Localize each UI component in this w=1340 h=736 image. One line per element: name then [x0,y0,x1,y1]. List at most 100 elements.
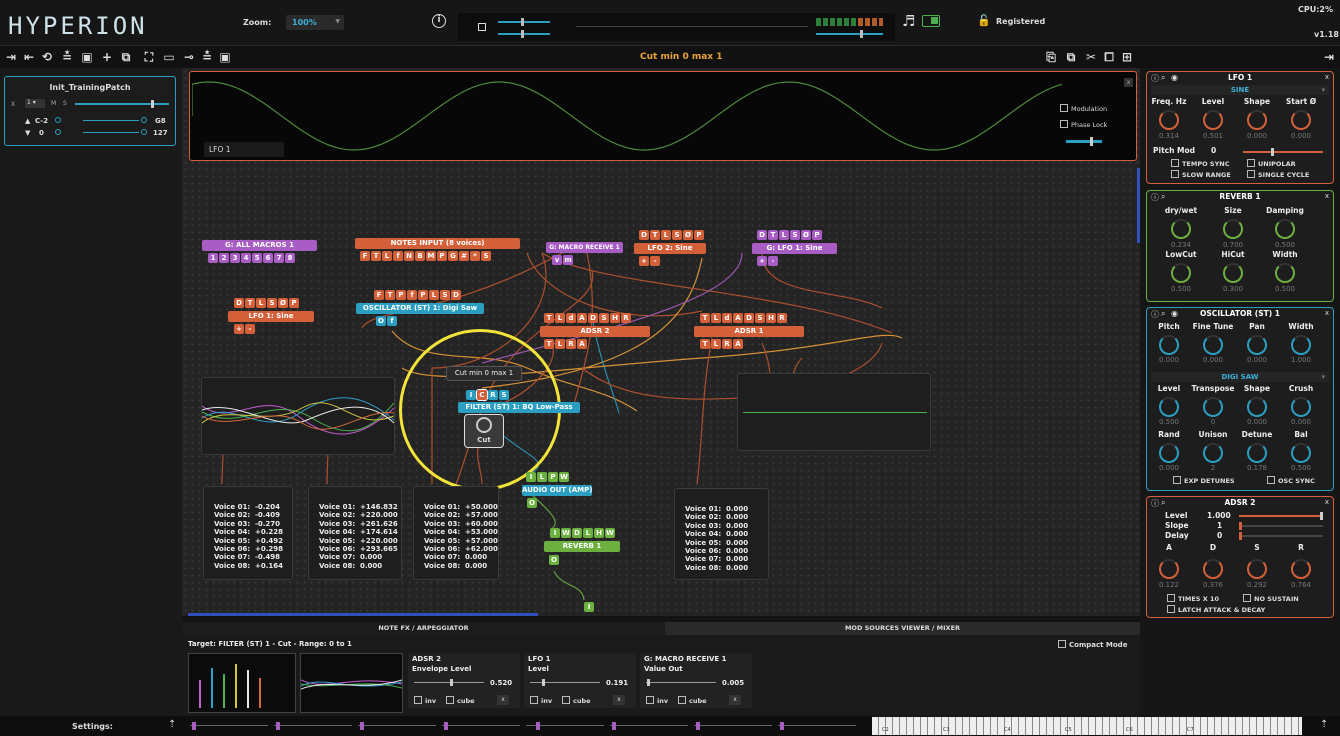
lfo1-ctl-pin[interactable]: S [267,298,277,308]
lfo1-pm-pin[interactable]: + [234,324,244,334]
music-note-icon[interactable]: ♬ [902,12,915,30]
osc-knob[interactable] [1203,443,1223,463]
lfo1-ctl-pin[interactable]: P [289,298,299,308]
pan-handle[interactable] [521,30,524,38]
search-icon[interactable]: ⌕ [1161,73,1165,83]
osc-knob[interactable] [1291,335,1311,355]
lfo2-pm-pins[interactable]: + - [639,256,660,266]
close-icon[interactable]: x [1325,309,1329,317]
reverb-knob[interactable] [1223,263,1243,283]
reverb-knob[interactable] [1223,219,1243,239]
patch-canvas[interactable]: LFO 1 x Modulation Phase Lock G: ALL MAC… [182,68,1140,616]
osc-in-pin[interactable]: T [385,290,395,300]
glfo-pm-pin[interactable]: - [768,256,778,266]
lfo2-ctl-pin[interactable]: S [672,230,682,240]
patch-volume-slider[interactable] [75,100,169,108]
filter-in-pin[interactable]: I [466,390,476,400]
macro-slider[interactable] [694,722,772,730]
adsr1-out-pin[interactable]: L [711,339,721,349]
adsr1-out-pin[interactable]: T [700,339,710,349]
lfo2-node[interactable]: LFO 2: Sine [634,243,706,254]
adsr2-out-pin[interactable]: A [577,339,587,349]
lfo1-pm-pin[interactable]: - [245,324,255,334]
tab-mod-sources[interactable]: MOD SOURCES VIEWER / MIXER [665,622,1140,635]
adsr-delay-slider[interactable] [1239,532,1323,540]
adsr2-in-pin[interactable]: R [621,313,631,323]
osc-sync-checkbox[interactable]: OSC SYNC [1267,476,1315,485]
osc-in-pin[interactable]: S [440,290,450,300]
mod-slot-3-remove[interactable]: x [729,695,741,705]
notes-input-node[interactable]: NOTES INPUT (8 voices) [355,238,520,249]
mod-slot-1[interactable]: ADSR 2 Envelope Level 0.520 inv cube x [408,653,520,708]
pan-slider[interactable] [498,33,550,35]
adsr2-in-pin[interactable]: T [544,313,554,323]
lfo2-ctl-pins[interactable]: DTLSØP [639,230,704,240]
reverb-knob[interactable] [1275,219,1295,239]
dock-right-icon[interactable]: ⇥ [1320,46,1338,68]
adsr2-in-pin[interactable]: A [577,313,587,323]
osc-out-pins[interactable]: Of [376,316,397,326]
adsr2-in-pin[interactable]: D [588,313,598,323]
osc-in-pin[interactable]: f [407,290,417,300]
notes-pin[interactable]: F [360,251,370,261]
adsr2-node[interactable]: ADSR 2 [540,326,650,337]
adsr1-in-pin[interactable]: T [700,313,710,323]
collapse-left-icon[interactable]: ⇤ [20,46,38,68]
adsr-knob[interactable] [1159,559,1179,579]
adsr2-in-pin[interactable]: L [555,313,565,323]
notes-pin[interactable]: B [415,251,425,261]
macro-slider[interactable] [358,722,436,730]
stop-icon[interactable] [478,23,486,31]
osc-knob[interactable] [1159,397,1179,417]
adsr2-in-pins[interactable]: TLdADSHR [544,313,631,323]
load-icon[interactable]: ≛ [58,46,76,68]
mod-slot-3-slider[interactable] [646,679,716,686]
osc-knob[interactable] [1159,443,1179,463]
osc-in-pin[interactable]: P [396,290,406,300]
velocity-range-slider[interactable] [55,129,147,137]
adsr-knob[interactable] [1247,559,1267,579]
osc-in-pin[interactable]: P [418,290,428,300]
modulation-checkbox[interactable]: Modulation [1060,104,1107,113]
reverb-knob[interactable] [1171,263,1191,283]
load-preset-icon[interactable]: ≛ [198,46,216,68]
receive-pin[interactable]: v [552,255,562,265]
add-icon[interactable]: + [98,46,116,68]
zoom-dropdown[interactable]: 100% ▼ [286,15,344,30]
lfo1-ctl-pins[interactable]: DTLSØP [234,298,299,308]
filter-node[interactable]: FILTER (ST) 1: BQ Low-Pass [458,402,580,413]
glfo1-ctl-pins[interactable]: DTLSØP [757,230,822,240]
adsr-knob[interactable] [1203,559,1223,579]
channel-dropdown[interactable]: 1 ▾ [25,99,45,108]
all-macros-node[interactable]: G: ALL MACROS 1 [202,240,317,251]
glfo-ctl-pin[interactable]: S [790,230,800,240]
adsr1-in-pin[interactable]: L [711,313,721,323]
search-icon[interactable]: ⌕ [1161,192,1165,202]
grid-icon[interactable]: ⊞ [1118,46,1136,68]
lfo-wave-select[interactable]: SINE ▾ [1151,85,1329,95]
key-icon[interactable]: ⊸ [180,46,198,68]
adsr-slope-slider[interactable] [1239,522,1323,530]
output-slider[interactable] [816,33,883,35]
search-icon[interactable]: ⌕ [1161,309,1165,319]
output-handle[interactable] [860,30,863,38]
search-icon[interactable]: ⌕ [1161,498,1165,508]
info-icon[interactable]: i [432,14,446,28]
reverb-knob[interactable] [1275,263,1295,283]
osc-wave-select[interactable]: DIGI SAW ▾ [1151,372,1329,382]
tempo-sync-checkbox[interactable]: TEMPO SYNC [1171,159,1230,168]
osc-in-pin[interactable]: L [429,290,439,300]
osc-knob[interactable] [1247,443,1267,463]
cut-knob[interactable] [476,417,492,433]
adsr1-out-pins[interactable]: TLRA [700,339,743,349]
mod-slot-1-cube[interactable]: cube [446,696,475,705]
notes-pin[interactable]: N [404,251,414,261]
cut-icon[interactable]: ✂ [1082,46,1100,68]
eye-icon[interactable]: ◉ [1171,73,1178,82]
oscillator-module[interactable]: OSCILLATOR (ST) 1 ⓘ ⌕ ◉ x DIGI SAW ▾ Pitc… [1146,307,1334,491]
adsr2-out-pin[interactable]: R [566,339,576,349]
notes-pins[interactable]: F T Lf N B M P G # * S [360,251,491,261]
reverb-in-pin[interactable]: W [561,528,571,538]
info-icon[interactable]: ⓘ [1151,73,1159,84]
latch-attack-decay-checkbox[interactable]: LATCH ATTACK & DECAY [1167,605,1265,614]
